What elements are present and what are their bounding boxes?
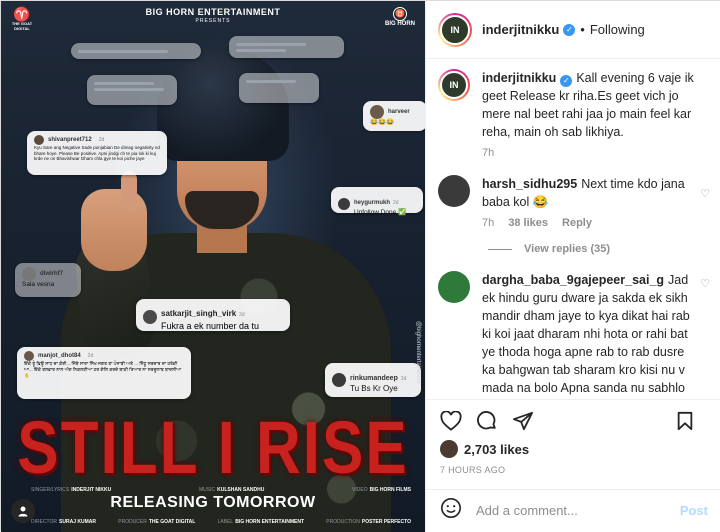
likes-row: 2,703 likes	[440, 440, 708, 458]
comment-input[interactable]	[476, 503, 680, 518]
comment-bubble-icon[interactable]	[476, 410, 498, 432]
verified-badge-icon: ✓	[560, 75, 573, 87]
commenter-avatar	[22, 267, 36, 281]
caption-author-avatar[interactable]: IN	[438, 69, 470, 101]
comment-bubble-shivanpreet: shivanpreet712 2d Kyu Sare ang Negative S…	[27, 131, 167, 175]
comment-item: dargha_baba_9gajepeer_sai_g Jad ek hindu …	[426, 261, 720, 399]
credits-bottom: DIRECTOR SURAJ KUMAR PRODUCER THE GOAT DIG…	[31, 519, 411, 525]
poster-title: STILL I RISE	[17, 407, 409, 490]
release-banner: RELEASING TOMORROW	[110, 494, 316, 511]
like-heart-icon[interactable]	[440, 411, 462, 431]
post-side-panel: IN inderjitnikku ✓ • Following IN inderj…	[425, 1, 720, 532]
commenter-username[interactable]: harsh_sidhu295	[482, 177, 577, 191]
pointing-finger	[121, 171, 137, 211]
comment-like-heart-icon[interactable]: ♡	[700, 277, 710, 290]
presenter-name: BIG HORN ENTERTAINMENT	[145, 7, 281, 17]
comment-item: harsh_sidhu295 Next time kdo jana baba ko…	[426, 159, 720, 229]
commenter-avatar	[24, 351, 34, 361]
comment-likes[interactable]: 38 likes	[508, 217, 548, 229]
commenter-avatar	[370, 105, 384, 119]
caption-item: IN inderjitnikku ✓ Kall evening 6 vaje ik …	[426, 59, 720, 159]
horn-icon: ♉	[393, 7, 407, 21]
man-hand	[81, 189, 147, 271]
comment-like-heart-icon[interactable]: ♡	[700, 187, 710, 200]
comment-bubble-rinkumandeep: rinkumandeep 2d Tu Bs Kr Oye	[325, 363, 421, 397]
comment-bubble-heygurmukh: heygurmukh 2d Unfollow Done ✅	[331, 187, 423, 216]
emoji-row: 😂😂😂	[370, 119, 395, 126]
comment-bubble-dlwlrhf7: dlwlrhf7 2d Sala vesna	[15, 263, 81, 297]
commenter-avatar	[338, 198, 350, 210]
comments-list[interactable]: IN inderjitnikku ✓ Kall evening 6 vaje ik …	[426, 59, 720, 399]
man-turban	[157, 49, 289, 161]
emoji-icon[interactable]	[440, 497, 462, 524]
big-horn-logo: ♉ BIG HORN	[385, 7, 415, 27]
post-comment-button[interactable]: Post	[680, 503, 708, 518]
view-replies-button[interactable]: View replies (35)	[488, 243, 720, 255]
caption-time: 7h	[482, 147, 495, 159]
commenter-username[interactable]: dargha_baba_9gajepeer_sai_g	[482, 273, 664, 287]
likes-count[interactable]: 2,703 likes	[464, 442, 529, 457]
commenter-avatar	[332, 373, 346, 387]
commenter-avatar[interactable]	[438, 175, 470, 207]
faded-comment-bubble	[71, 43, 201, 59]
faded-comment-bubble	[239, 73, 319, 103]
author-username[interactable]: inderjitnikku	[482, 22, 559, 37]
faded-comment-bubble	[229, 36, 344, 58]
instagram-post-window: ♈ THE GOAT DIGITAL BIG HORN ENTERTAINMEN…	[0, 0, 720, 532]
faded-comment-bubble	[87, 75, 177, 105]
author-avatar[interactable]: IN	[438, 12, 472, 47]
commenter-avatar	[143, 310, 157, 324]
post-actions: 2,703 likes 7 HOURS AGO	[426, 399, 720, 475]
add-comment-bar: Post	[426, 489, 720, 531]
comment-bubble-harveer: harveer 😂😂😂	[363, 101, 425, 131]
share-send-icon[interactable]	[512, 411, 534, 431]
following-button[interactable]: Following	[590, 22, 645, 37]
reply-button[interactable]: Reply	[562, 217, 592, 229]
side-handle-text: @bighornentertainment	[415, 321, 421, 384]
separator-dot: •	[580, 22, 585, 37]
liker-avatar[interactable]	[440, 440, 458, 458]
comment-bubble-manjot: manjot_dhot84 2d ਇੱਕੋ ਤੂੰ ਫਿਊ ਸਾਧ ਦਾ ਕੋਈ.…	[17, 347, 191, 399]
tagged-users-button[interactable]	[11, 499, 35, 523]
commenter-avatar	[34, 135, 44, 145]
caption-username[interactable]: inderjitnikku	[482, 71, 556, 85]
comment-time: 7h	[482, 217, 495, 229]
save-bookmark-icon[interactable]	[676, 411, 694, 431]
comment-text: Jad ek hindu guru dware ja sakda ek sikh…	[482, 273, 690, 395]
user-icon	[18, 506, 28, 517]
post-time-ago: 7 HOURS AGO	[440, 465, 506, 475]
comment-bubble-satkarjit: satkarjit_singh_virk 2d Fukra a ek number…	[136, 299, 290, 331]
poster-presenter: BIG HORN ENTERTAINMENT PRESENTS	[1, 7, 425, 24]
commenter-avatar[interactable]	[438, 271, 470, 303]
presents-label: PRESENTS	[195, 18, 231, 24]
post-header: IN inderjitnikku ✓ • Following	[426, 1, 720, 59]
post-image[interactable]: ♈ THE GOAT DIGITAL BIG HORN ENTERTAINMEN…	[1, 1, 425, 532]
verified-badge-icon: ✓	[563, 23, 576, 36]
credits-top: SINGER/LYRICS INDERJIT NIKKU MUSIC KULSHAN…	[31, 487, 411, 493]
